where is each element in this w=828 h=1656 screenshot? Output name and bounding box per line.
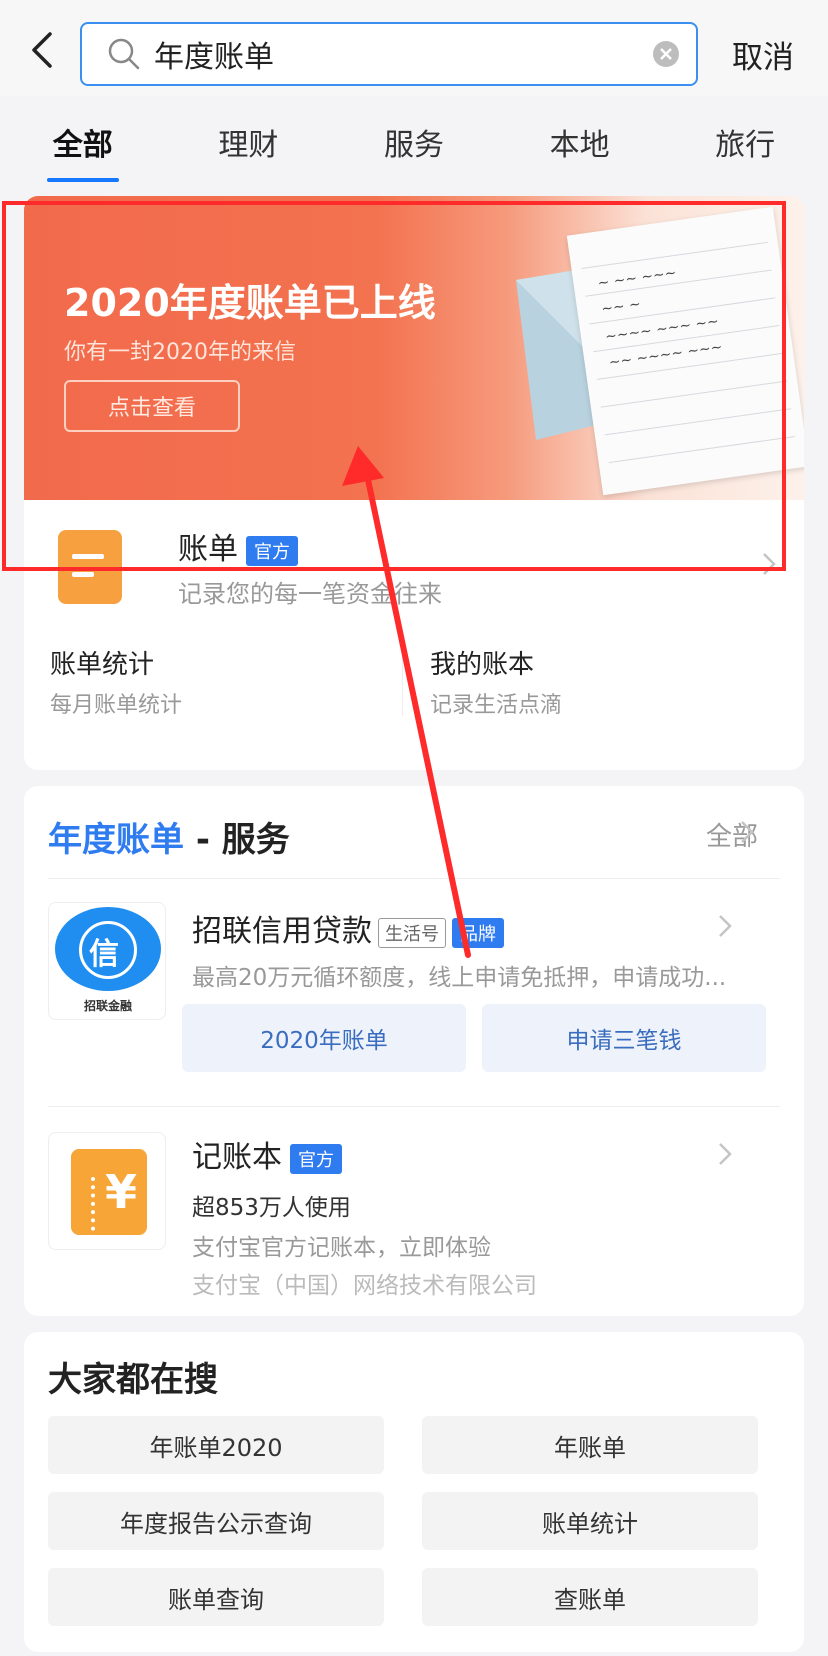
service-name: 招联信用贷款 <box>192 914 372 949</box>
category-tabs: 全部 理财 服务 本地 旅行 <box>0 104 828 186</box>
divider <box>402 656 403 716</box>
services-title: 年度账单 - 服务 <box>48 812 290 861</box>
hot-search-card: 大家都在搜 年账单2020 年账单 年度报告公示查询 账单统计 账单查询 查账单 <box>24 1332 804 1652</box>
hot-search-chip[interactable]: 年度报告公示查询 <box>48 1492 384 1550</box>
clear-icon[interactable] <box>652 40 680 68</box>
annual-bill-banner[interactable]: 2020年度账单已上线 你有一封2020年的来信 点击查看 ~ ~~ ~~~ ~… <box>24 196 804 500</box>
ledger-users: 超853万人使用 <box>192 1195 351 1221</box>
bill-app-icon <box>58 530 122 604</box>
search-query[interactable]: 年度账单 <box>154 32 652 76</box>
bill-app-name-line: 账单 官方 <box>178 524 298 568</box>
chevron-right-icon <box>718 1142 732 1166</box>
my-ledger-shortcut[interactable]: 我的账本 记录生活点滴 <box>430 644 760 719</box>
bill-app-name: 账单 <box>178 532 238 567</box>
ledger-desc: 支付宝官方记账本，立即体验 <box>192 1235 491 1261</box>
ledger-name-line[interactable]: 记账本 官方 <box>192 1132 342 1176</box>
bill-app-row[interactable]: 账单 官方 记录您的每一笔资金往来 <box>58 516 778 620</box>
tab-all[interactable]: 全部 <box>0 104 166 186</box>
services-title-rest: - 服务 <box>184 820 290 860</box>
ledger-name: 记账本 <box>192 1140 282 1175</box>
divider <box>48 1106 780 1107</box>
hot-search-chip[interactable]: 账单统计 <box>422 1492 758 1550</box>
service-desc: 最高20万元循环额度，线上申请免抵押，申请成功... <box>192 965 727 991</box>
service-name-line[interactable]: 招联信用贷款 生活号 品牌 <box>192 906 504 950</box>
official-badge: 官方 <box>290 1143 342 1174</box>
life-account-tag: 生活号 <box>378 917 446 948</box>
search-icon <box>106 36 142 72</box>
hot-search-chip[interactable]: 年账单 <box>422 1416 758 1474</box>
hot-search-title: 大家都在搜 <box>48 1360 218 1400</box>
hot-search-chip[interactable]: 年账单2020 <box>48 1416 384 1474</box>
hot-search-chip[interactable]: 查账单 <box>422 1568 758 1626</box>
services-title-highlight: 年度账单 <box>48 820 184 860</box>
zhaolian-logo-icon[interactable]: 信 招联金融 <box>48 902 166 1020</box>
cancel-button[interactable]: 取消 <box>732 32 794 77</box>
tab-services[interactable]: 服务 <box>331 104 497 186</box>
annual-bill-button[interactable]: 2020年账单 <box>182 1004 466 1072</box>
divider <box>48 878 780 879</box>
official-badge: 官方 <box>246 535 298 566</box>
logo-char: 信 <box>89 937 119 972</box>
back-icon[interactable] <box>24 28 60 72</box>
ledger-company: 支付宝（中国）网络技术有限公司 <box>192 1273 537 1299</box>
shortcut-title: 账单统计 <box>50 650 155 680</box>
banner-subtitle: 你有一封2020年的来信 <box>64 340 296 365</box>
chevron-right-icon[interactable] <box>740 820 754 844</box>
yen-char: ¥ <box>105 1165 138 1219</box>
apply-loan-button[interactable]: 申请三笔钱 <box>482 1004 766 1072</box>
ledger-app-icon[interactable]: ¥ <box>48 1132 166 1250</box>
chevron-right-icon <box>718 914 732 938</box>
services-card: 年度账单 - 服务 全部 信 招联金融 招联信用贷款 生活号 品牌 最高20万元循环… <box>24 786 804 1316</box>
shortcut-sub: 记录生活点滴 <box>430 693 563 718</box>
shortcut-sub: 每月账单统计 <box>50 693 183 718</box>
logo-brand: 招联金融 <box>83 999 132 1013</box>
view-button[interactable]: 点击查看 <box>64 380 240 432</box>
chevron-right-icon <box>762 552 776 576</box>
bill-card: 2020年度账单已上线 你有一封2020年的来信 点击查看 ~ ~~ ~~~ ~… <box>24 196 804 770</box>
hot-search-chip[interactable]: 账单查询 <box>48 1568 384 1626</box>
tab-local[interactable]: 本地 <box>497 104 663 186</box>
search-header: 年度账单 取消 <box>0 0 828 96</box>
brand-tag: 品牌 <box>452 917 504 948</box>
shortcut-title: 我的账本 <box>430 650 535 680</box>
bill-stats-shortcut[interactable]: 账单统计 每月账单统计 <box>50 644 380 719</box>
letter-illustration: ~ ~~ ~~~ ~~ ~ ~~~~ ~~~ ~~ ~~ ~~~~ ~~~ <box>566 206 804 496</box>
bill-app-desc: 记录您的每一笔资金往来 <box>178 580 442 608</box>
banner-title: 2020年度账单已上线 <box>64 281 436 325</box>
tab-finance[interactable]: 理财 <box>166 104 332 186</box>
search-input[interactable]: 年度账单 <box>80 22 698 86</box>
tab-travel[interactable]: 旅行 <box>662 104 828 186</box>
